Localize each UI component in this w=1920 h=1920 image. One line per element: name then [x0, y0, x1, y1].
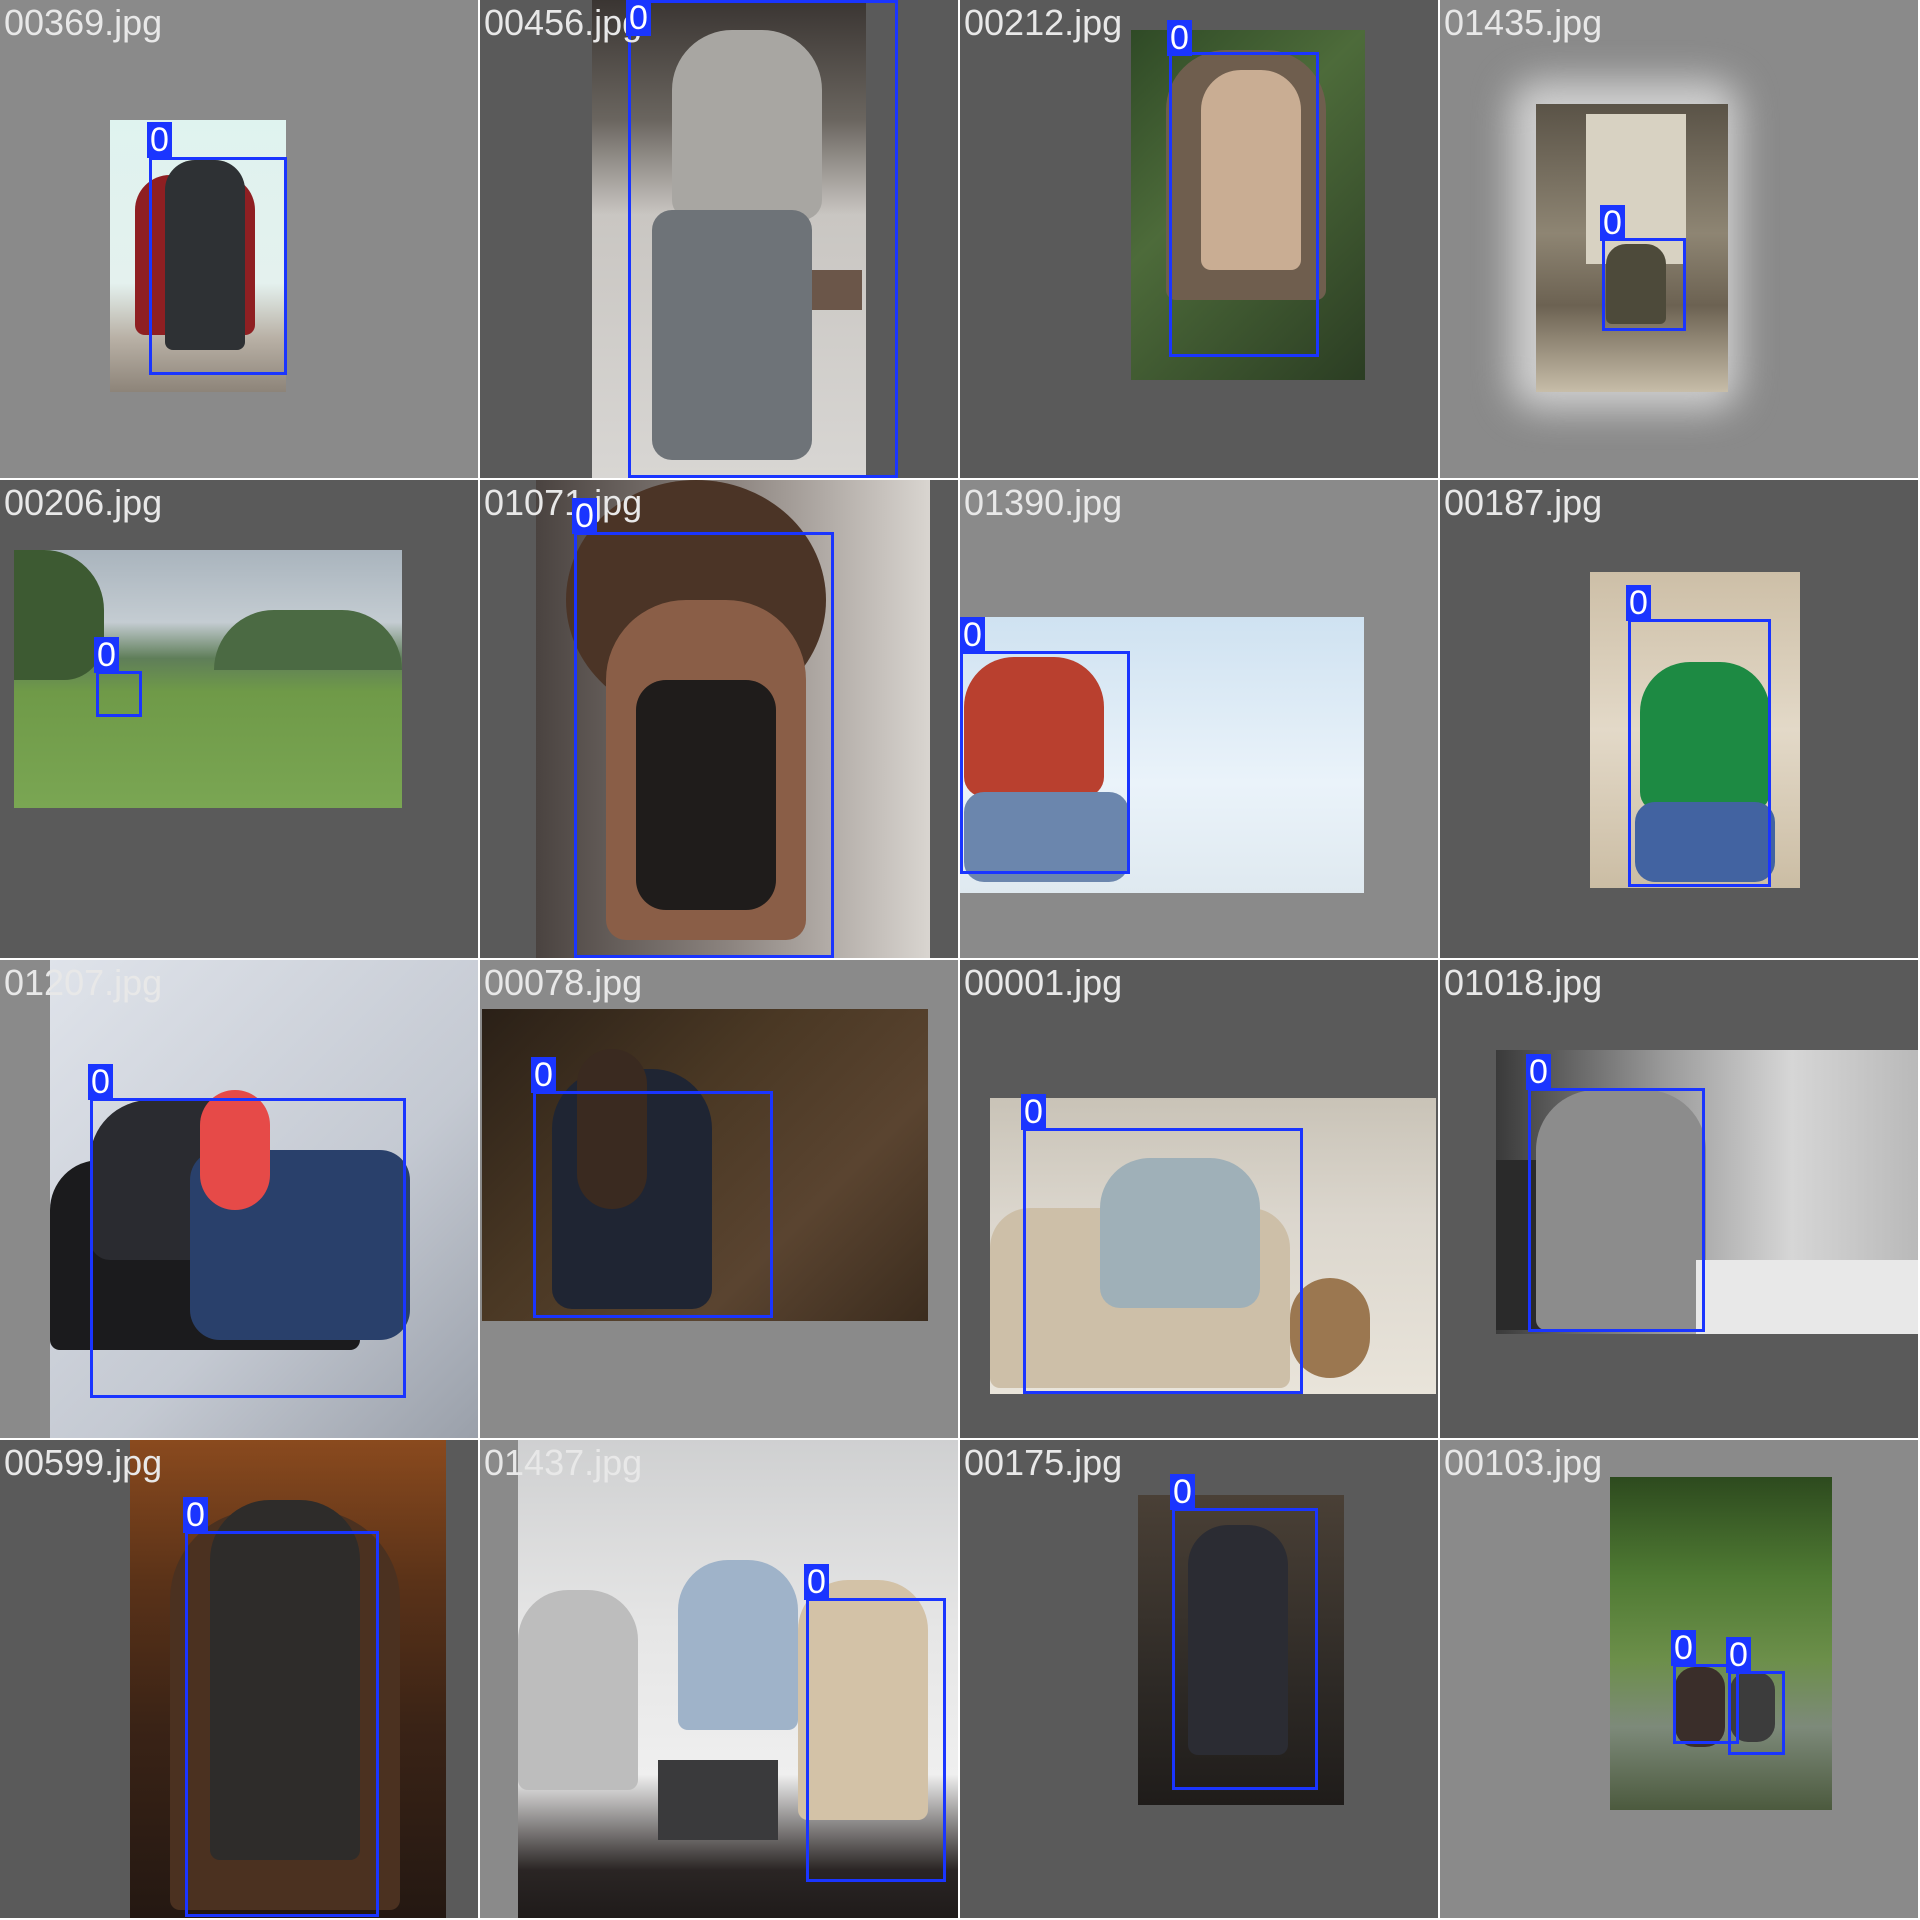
- class-label: 0: [1021, 1094, 1046, 1130]
- tile-00212: 0 00212.jpg: [960, 0, 1438, 478]
- bounding-box: [149, 157, 287, 375]
- class-label: 0: [531, 1057, 556, 1093]
- bounding-box: [960, 651, 1130, 874]
- tile-00369: 0 00369.jpg: [0, 0, 478, 478]
- filename-label: 01437.jpg: [484, 1442, 643, 1483]
- filename-label: 00456.jpg: [484, 2, 643, 43]
- bounding-box: [533, 1091, 773, 1318]
- bounding-box: [628, 0, 898, 478]
- filename-label: 00175.jpg: [964, 1442, 1123, 1483]
- class-label: 0: [88, 1064, 113, 1100]
- desk-shape: [1696, 1260, 1918, 1334]
- filename-label: 00206.jpg: [4, 482, 163, 523]
- filename-label: 00599.jpg: [4, 1442, 163, 1483]
- tile-00103: 0 0 00103.jpg: [1440, 1440, 1918, 1918]
- tile-00206: 0 00206.jpg: [0, 480, 478, 958]
- tile-00078: 0 00078.jpg: [480, 960, 958, 1438]
- tile-00456: 0 00456.jpg: [480, 0, 958, 478]
- filename-label: 01207.jpg: [4, 962, 163, 1003]
- tile-00175: 0 00175.jpg: [960, 1440, 1438, 1918]
- tile-01437: 0 01437.jpg: [480, 1440, 958, 1918]
- bounding-box: [1528, 1088, 1705, 1332]
- tile-01435: 0 01435.jpg: [1440, 0, 1918, 478]
- bounding-box: [574, 532, 834, 958]
- hills-shape: [214, 610, 402, 670]
- filename-label: 01018.jpg: [1444, 962, 1603, 1003]
- class-label: 0: [1526, 1054, 1551, 1090]
- class-label: 0: [1600, 205, 1625, 241]
- tile-00001: 0 00001.jpg: [960, 960, 1438, 1438]
- class-label: 0: [94, 637, 119, 673]
- bounding-box: [1602, 238, 1686, 331]
- photo: [1610, 1477, 1832, 1810]
- filename-label: 01435.jpg: [1444, 2, 1603, 43]
- class-label: 0: [147, 122, 172, 158]
- trees-shape: [14, 550, 104, 680]
- bounding-box: [1728, 1671, 1785, 1755]
- bounding-box: [1023, 1128, 1303, 1394]
- class-label: 0: [626, 0, 651, 36]
- photo: [14, 550, 402, 808]
- class-label: 0: [1167, 20, 1192, 56]
- filename-label: 00103.jpg: [1444, 1442, 1603, 1483]
- class-label: 0: [1726, 1637, 1751, 1673]
- filename-label: 00078.jpg: [484, 962, 643, 1003]
- laptop-shape: [658, 1760, 778, 1840]
- tile-00187: 0 00187.jpg: [1440, 480, 1918, 958]
- bounding-box: [96, 671, 142, 717]
- tile-01207: 0 01207.jpg: [0, 960, 478, 1438]
- bounding-box: [1172, 1508, 1318, 1790]
- tile-01018: 0 01018.jpg: [1440, 960, 1918, 1438]
- bounding-box: [806, 1598, 946, 1882]
- bounding-box: [185, 1531, 379, 1917]
- class-label: 0: [1170, 1474, 1195, 1510]
- class-label: 0: [1626, 585, 1651, 621]
- filename-label: 00212.jpg: [964, 2, 1123, 43]
- bounding-box: [1628, 619, 1771, 887]
- filename-label: 01071.jpg: [484, 482, 643, 523]
- man-denim-shape: [678, 1560, 798, 1730]
- filename-label: 00187.jpg: [1444, 482, 1603, 523]
- class-label: 0: [183, 1497, 208, 1533]
- tile-00599: 0 00599.jpg: [0, 1440, 478, 1918]
- bounding-box: [1169, 52, 1319, 357]
- class-label: 0: [572, 498, 597, 534]
- filename-label: 00001.jpg: [964, 962, 1123, 1003]
- class-label: 0: [1671, 1630, 1696, 1666]
- tile-01071: 0 01071.jpg: [480, 480, 958, 958]
- woman-striped-shape: [518, 1590, 638, 1790]
- tile-01390: 0 01390.jpg: [960, 480, 1438, 958]
- class-label: 0: [804, 1564, 829, 1600]
- class-label: 0: [960, 617, 985, 653]
- bounding-box: [90, 1098, 406, 1398]
- filename-label: 01390.jpg: [964, 482, 1123, 523]
- filename-label: 00369.jpg: [4, 2, 163, 43]
